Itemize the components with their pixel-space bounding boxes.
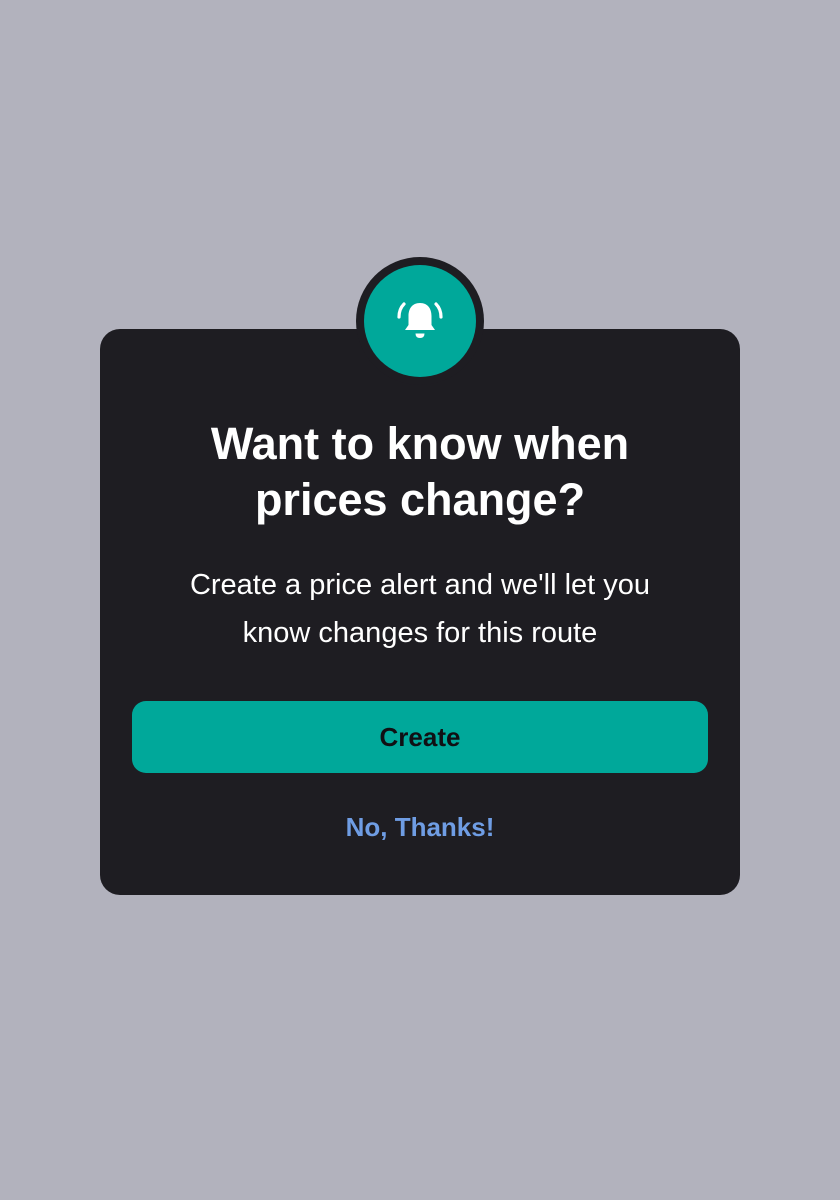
dialog-message: Create a price alert and we'll let you k… bbox=[189, 569, 651, 649]
icon-badge bbox=[364, 265, 476, 377]
no-thanks-button[interactable]: No, Thanks! bbox=[100, 807, 740, 847]
dialog-title: Want to know when prices change? bbox=[210, 418, 630, 525]
price-alert-dialog: Want to know when prices change? Create … bbox=[100, 329, 740, 895]
bell-ringing-icon bbox=[395, 296, 445, 346]
create-alert-button[interactable]: Create bbox=[132, 701, 708, 773]
